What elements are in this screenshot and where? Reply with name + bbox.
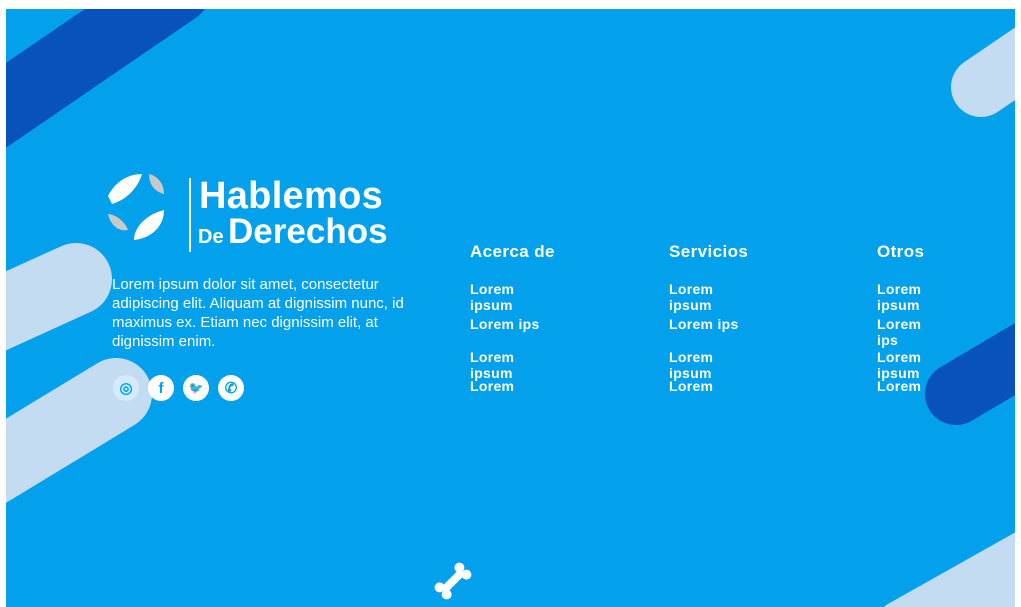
footer-column-servicios: Servicios Lorem ipsum Lorem ips Lorem ip… <box>669 241 749 394</box>
instagram-glyph: ◎ <box>119 380 133 397</box>
facebook-glyph: f <box>158 379 164 397</box>
footer-panel: Hablemos De Derechos Lorem ipsum dolor s… <box>6 9 1015 607</box>
whatsapp-glyph: ✆ <box>224 380 238 397</box>
footer-link[interactable]: Lorem ipsum <box>669 281 748 313</box>
facebook-icon[interactable]: f <box>148 375 174 401</box>
social-links: ◎ f 🐦 ✆ <box>113 375 244 401</box>
footer-column-otros: Otros Lorem ipsum Lorem ips Lorem ipsum … <box>877 241 925 394</box>
about-text: Lorem ipsum dolor sit amet, consectetur … <box>112 276 404 350</box>
logo-divider <box>189 178 191 252</box>
bone-icon <box>434 562 472 600</box>
brand-title: Hablemos <box>199 175 384 217</box>
footer-link[interactable]: Lorem ipsum <box>877 349 924 381</box>
footer-link[interactable]: Lorem ipsum <box>877 281 924 313</box>
footer-link[interactable]: Lorem <box>470 378 514 394</box>
footer-link[interactable]: Lorem ips <box>669 316 739 332</box>
twitter-glyph: 🐦 <box>188 381 204 395</box>
deco-band-pale-left-upper <box>6 243 112 351</box>
instagram-icon[interactable]: ◎ <box>113 375 139 401</box>
brand-subtitle: De Derechos <box>198 212 388 259</box>
brand-mark-icon <box>108 174 164 240</box>
deco-band-pale-bottomright <box>884 532 1015 607</box>
footer-link[interactable]: Lorem ips <box>877 316 924 348</box>
footer-link[interactable]: Lorem ipsum <box>470 281 555 313</box>
whatsapp-icon[interactable]: ✆ <box>218 375 244 401</box>
deco-band-pale-left <box>6 358 152 503</box>
footer-link[interactable]: Lorem <box>669 378 713 394</box>
column-heading-otros: Otros <box>877 242 925 261</box>
footer-column-acerca: Acerca de Lorem ipsum Lorem ips Lorem ip… <box>470 241 555 394</box>
footer-link[interactable]: Lorem ipsum <box>669 349 748 381</box>
footer-link[interactable]: Lorem ips <box>470 316 540 332</box>
brand-subtitle-small: De <box>198 226 224 248</box>
brand-subtitle-large: Derechos <box>228 212 388 251</box>
brand-logo[interactable]: Hablemos De Derechos <box>104 166 424 256</box>
twitter-icon[interactable]: 🐦 <box>183 375 209 401</box>
deco-band-pale-topright <box>951 27 1015 117</box>
column-heading-servicios: Servicios <box>669 242 749 261</box>
deco-band-dark-topleft <box>6 9 205 148</box>
deco-band-dark-right <box>925 323 1015 425</box>
footer-link[interactable]: Lorem ipsum <box>470 349 555 381</box>
footer-link[interactable]: Lorem <box>877 378 921 394</box>
column-heading-acerca: Acerca de <box>470 242 555 261</box>
